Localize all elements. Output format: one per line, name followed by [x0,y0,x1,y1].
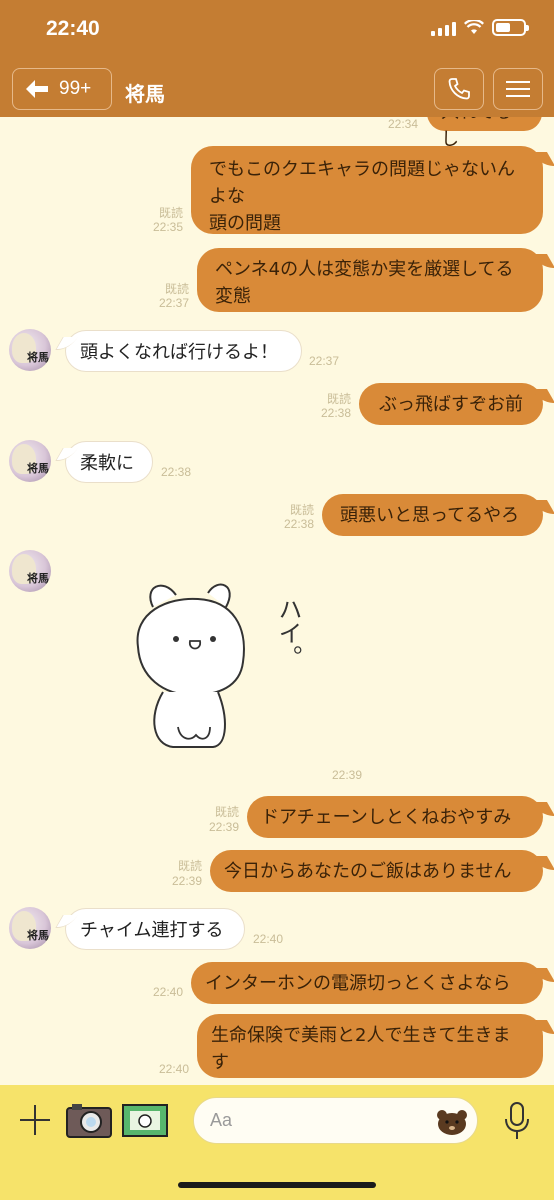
call-button[interactable] [434,68,484,110]
read-receipt: 既読 [177,859,202,873]
sticker-text: ハイ。 [274,597,302,669]
image-icon [122,1104,168,1137]
message-text: 頭悪いと思ってるやろ [340,505,520,526]
message-time: 22:37 [158,296,189,310]
message-text-line: す [211,1052,229,1073]
avatar-label: 将馬 [27,572,49,585]
image-button[interactable] [122,1104,168,1137]
avatar[interactable]: 将馬 [9,550,51,592]
plus-button[interactable] [16,1101,54,1139]
message-bubble[interactable]: 入れてるし [427,117,542,150]
message-time: 22:40 [253,932,284,946]
message-time: 22:38 [283,517,314,531]
back-arrow-icon [26,80,48,98]
message-time: 22:34 [387,117,418,131]
message-text: 今日からあなたのご飯はありません [224,861,512,882]
message-bubble[interactable]: でもこのクエキャラの問題じゃないん よな 頭の問題 [191,146,543,234]
message-bubble[interactable]: 柔軟に [65,441,153,483]
read-receipt: 既読 [289,503,314,517]
message-input-container[interactable] [193,1097,478,1144]
voice-button[interactable] [500,1101,534,1141]
avatar[interactable]: 将馬 [9,329,51,371]
chat-title: 将馬 [125,82,165,106]
message-bubble[interactable]: 頭よくなれば行けるよ！ [65,330,302,372]
message-text: ドアチェーンしとくねおやすみ [261,807,512,828]
status-time: 22:40 [46,17,100,40]
battery-icon [492,19,529,36]
message-text: 柔軟に [80,453,134,474]
message-text: チャイム連打する [80,920,224,941]
avatar-label: 将馬 [27,351,49,364]
message-bubble[interactable]: 生命保険で美雨と2人で生きて生きま す [197,1014,543,1078]
message-text-line: よな [209,186,245,207]
message-time: 22:39 [332,768,363,782]
microphone-icon [505,1102,529,1139]
avatar[interactable]: 将馬 [9,440,51,482]
read-receipt: 既読 [214,805,239,819]
message-list[interactable]: 入れてるし 22:34 でもこのクエキャラの問題じゃないん よな 頭の問題 既読… [0,117,554,1085]
message-text: インターホンの電源切っとくさよなら [205,973,511,994]
read-receipt: 既読 [326,392,351,406]
plus-icon [20,1105,50,1135]
message-time: 22:40 [158,1062,189,1076]
avatar[interactable]: 将馬 [9,907,51,949]
read-receipt: 既読 [164,282,189,296]
wifi-icon [464,20,484,34]
message-text-line: 頭の問題 [209,213,281,234]
menu-button[interactable] [493,68,543,110]
message-time: 22:35 [152,220,183,234]
message-bubble[interactable]: ドアチェーンしとくねおやすみ [247,796,543,838]
message-bubble[interactable]: インターホンの電源切っとくさよなら [191,962,543,1004]
message-text: 頭よくなれば行けるよ！ [80,342,278,363]
message-bubble[interactable]: ぶっ飛ばすぞお前 [359,383,543,425]
home-indicator [178,1182,376,1188]
message-bubble[interactable]: 今日からあなたのご飯はありません [210,850,543,892]
camera-button[interactable] [66,1102,112,1138]
back-button[interactable]: 99+ [12,68,112,110]
message-bubble[interactable]: チャイム連打する [65,908,245,950]
unread-count: 99+ [59,78,92,99]
message-text-line: 生命保険で美雨と2人で生きて生きま [211,1025,511,1046]
message-text-line: でもこのクエキャラの問題じゃないん [209,159,515,180]
message-text-line: 変態 [215,286,251,307]
header-bar: 22:40 99+ 将馬 [0,0,554,117]
message-text: ぶっ飛ばすぞお前 [379,394,523,415]
message-time: 22:38 [161,465,192,479]
avatar-label: 将馬 [27,929,49,942]
message-bubble[interactable]: ペンネ4の人は変態か実を厳選してる 変態 [197,248,543,312]
status-icons [431,19,529,36]
message-time: 22:38 [320,406,351,420]
message-time: 22:39 [171,874,202,888]
read-receipt: 既読 [158,206,183,220]
signal-icon [431,20,456,36]
message-time: 22:37 [309,354,340,368]
message-time: 22:40 [152,985,183,999]
message-time: 22:39 [208,820,239,834]
avatar-label: 将馬 [27,462,49,475]
message-text-line: ペンネ4の人は変態か実を厳選してる [215,259,514,280]
message-input[interactable] [210,1098,430,1143]
input-bar [0,1085,554,1200]
message-bubble[interactable]: 頭悪いと思ってるやろ [322,494,543,536]
menu-icon [506,81,530,97]
camera-icon [66,1104,112,1138]
phone-icon [448,78,470,100]
bear-emoji-icon[interactable] [435,1108,469,1136]
